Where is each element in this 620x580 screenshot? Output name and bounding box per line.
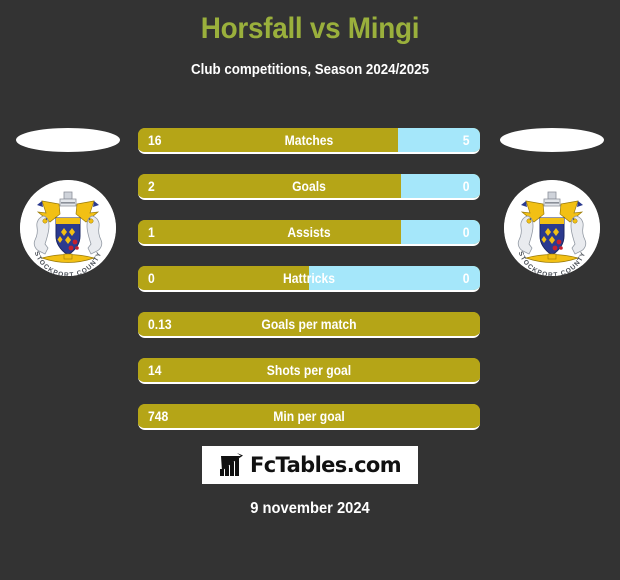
- bar-chart-growth-icon: [219, 453, 243, 476]
- stat-label: Matches: [284, 133, 334, 148]
- stat-row-shots-per-goal: 14 Shots per goal: [138, 358, 480, 384]
- page-title: Horsfall vs Mingi: [200, 12, 420, 45]
- home-value: 2: [148, 179, 155, 194]
- home-club-crest-icon: STOCKPORT COUNTY: [20, 180, 116, 276]
- stat-label: Min per goal: [273, 409, 345, 424]
- stat-bar-list: 16 Matches 5 2 Goals 0 1 Assists 0 0 Hat…: [138, 128, 480, 450]
- stat-label: Shots per goal: [266, 363, 352, 378]
- stat-row-matches: 16 Matches 5: [138, 128, 480, 154]
- stat-row-goals-per-match: 0.13 Goals per match: [138, 312, 480, 338]
- stat-row-goals: 2 Goals 0: [138, 174, 480, 200]
- report-date: 9 november 2024: [250, 500, 370, 517]
- away-player-panel: STOCKPORT COUNTY: [492, 120, 612, 276]
- fctables-logo-text: FcTables.com: [249, 453, 402, 477]
- stat-row-hattricks: 0 Hattricks 0: [138, 266, 480, 292]
- stat-label: Goals: [292, 179, 326, 194]
- away-player-photo: [500, 128, 604, 152]
- home-player-panel: STOCKPORT COUNTY: [8, 120, 128, 276]
- away-value: 0: [463, 225, 470, 240]
- away-value: 0: [463, 179, 470, 194]
- home-player-photo: [16, 128, 120, 152]
- stat-row-assists: 1 Assists 0: [138, 220, 480, 246]
- stat-comparison-page: Horsfall vs Mingi Club competitions, Sea…: [0, 0, 620, 580]
- stat-label: Hattricks: [282, 271, 336, 286]
- stat-label: Goals per match: [261, 317, 357, 332]
- fctables-logo[interactable]: FcTables.com: [202, 446, 418, 484]
- away-club-crest-icon: STOCKPORT COUNTY: [504, 180, 600, 276]
- away-value: 5: [463, 133, 470, 148]
- page-subtitle: Club competitions, Season 2024/2025: [191, 62, 429, 78]
- home-value: 1: [148, 225, 155, 240]
- stat-label: Assists: [287, 225, 331, 240]
- home-value: 0: [148, 271, 155, 286]
- stat-row-min-per-goal: 748 Min per goal: [138, 404, 480, 430]
- away-value: 0: [463, 271, 470, 286]
